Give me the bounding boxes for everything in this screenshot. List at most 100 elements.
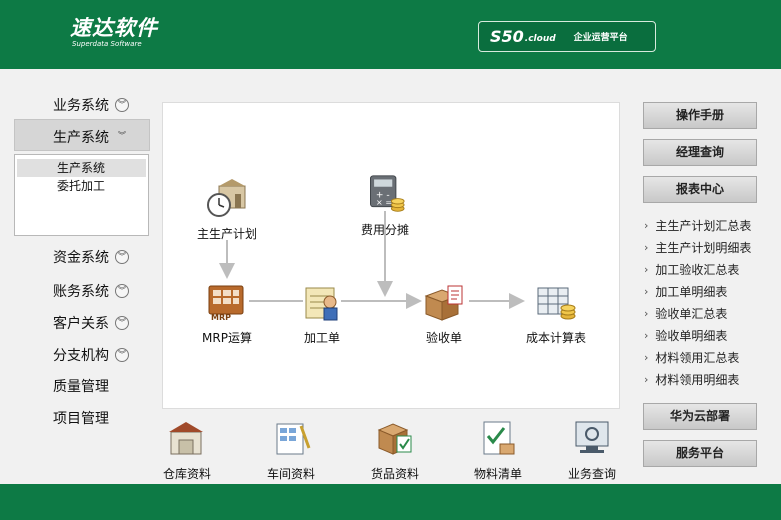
- node-label: 成本计算表: [525, 331, 586, 345]
- chevron-right-icon: ›: [644, 329, 649, 342]
- node-label: 验收单: [425, 331, 462, 345]
- bottom-bar: [0, 484, 781, 520]
- node-processing-order[interactable]: 加工单: [277, 282, 367, 346]
- sidebar-item-label: 分支机构: [53, 348, 109, 364]
- product-name: S50: [490, 27, 524, 46]
- svg-text:× =: × =: [376, 197, 392, 207]
- manager-query-button[interactable]: 经理查询: [643, 139, 757, 166]
- submenu-item-outsourcing[interactable]: 委托加工: [17, 177, 146, 195]
- sidebar-item-label: 客户关系: [53, 316, 109, 332]
- product-subtitle: 企业运营平台: [573, 33, 628, 43]
- shortcut-warehouse-data[interactable]: 仓库资料: [142, 418, 232, 482]
- node-label: 主生产计划: [196, 227, 257, 241]
- report-label: 主生产计划明细表: [655, 241, 752, 255]
- report-link[interactable]: › 材料领用明细表: [644, 371, 739, 388]
- box-checklist-icon: [424, 285, 463, 321]
- chevron-down-icon: ︾: [118, 131, 126, 140]
- sidebar-item-accounting[interactable]: 账务系统 ︾: [53, 281, 129, 301]
- node-mrp-calculation[interactable]: MRP MRP运算: [182, 282, 272, 346]
- chevron-right-icon: ›: [644, 351, 649, 364]
- sidebar-item-label: 账务系统: [53, 284, 109, 300]
- sidebar-item-label: 项目管理: [53, 411, 109, 427]
- worker-document-icon: [305, 287, 338, 321]
- report-link[interactable]: › 验收单汇总表: [644, 305, 727, 322]
- sidebar-item-business[interactable]: 业务系统 ︾: [53, 95, 129, 115]
- monitor-search-icon: [575, 421, 609, 453]
- report-label: 材料领用明细表: [655, 373, 740, 387]
- factory-clock-icon: [207, 179, 246, 217]
- report-link[interactable]: › 材料领用汇总表: [644, 349, 739, 366]
- shortcut-workshop-data[interactable]: 车间资料: [246, 418, 336, 482]
- svg-text:MRP: MRP: [211, 313, 231, 322]
- node-cost-allocation[interactable]: + - × = 费用分摊: [340, 174, 430, 238]
- superdata-logo: 速达软件 Superdata Software: [70, 16, 158, 49]
- chevron-right-icon: ›: [644, 373, 649, 386]
- shortcut-business-query[interactable]: 业务查询: [553, 418, 631, 482]
- report-label: 加工单明细表: [655, 285, 728, 299]
- sidebar-item-quality[interactable]: 质量管理: [53, 376, 109, 396]
- chevron-down-icon: ︾: [115, 250, 129, 264]
- chevron-down-icon: ︾: [115, 348, 129, 362]
- huawei-cloud-deploy-button[interactable]: 华为云部署: [643, 403, 757, 430]
- node-main-production-plan[interactable]: 主生产计划: [182, 178, 272, 242]
- logo-chinese-text: 速达软件: [70, 16, 158, 40]
- product-brand: S50 .cloud 企业运营平台: [478, 21, 656, 52]
- shortcut-goods-data[interactable]: 货品资料: [350, 418, 440, 482]
- sidebar-item-label: 资金系统: [53, 250, 109, 266]
- sidebar-item-production[interactable]: 生产系统 ︾: [14, 119, 150, 151]
- spreadsheet-coins-icon: [537, 287, 576, 320]
- sidebar-item-crm[interactable]: 客户关系 ︾: [53, 313, 129, 333]
- flow-arrows: [219, 211, 525, 309]
- sidebar-item-label: 生产系统: [53, 130, 109, 146]
- goods-box-icon: [377, 423, 412, 455]
- warehouse-icon: [169, 422, 203, 455]
- workshop-sheet-icon: [276, 423, 311, 455]
- chevron-down-icon: ︾: [115, 316, 129, 330]
- sidebar-item-production-inner[interactable]: 生产系统 ︾: [53, 127, 129, 147]
- logo-english-text: Superdata Software: [72, 40, 142, 48]
- checklist-icon: [483, 421, 515, 455]
- report-label: 加工验收汇总表: [655, 263, 740, 277]
- top-banner: 速达软件 Superdata Software S50 .cloud 企业运营平…: [0, 0, 781, 69]
- report-link[interactable]: › 加工验收汇总表: [644, 261, 739, 278]
- chevron-right-icon: ›: [644, 263, 649, 276]
- node-label: 加工单: [303, 331, 340, 345]
- node-label: MRP运算: [202, 331, 252, 345]
- production-submenu: 生产系统 委托加工: [14, 154, 149, 236]
- node-cost-calculation[interactable]: 成本计算表: [511, 282, 601, 346]
- chevron-down-icon: ︾: [115, 284, 129, 298]
- product-suffix: .cloud: [524, 34, 556, 44]
- node-acceptance-slip[interactable]: 验收单: [399, 282, 489, 346]
- submenu-item-production[interactable]: 生产系统: [17, 159, 146, 177]
- chevron-right-icon: ›: [644, 241, 649, 254]
- sidebar-item-label: 业务系统: [53, 98, 109, 114]
- shortcut-label: 货品资料: [370, 467, 419, 481]
- sidebar-item-projects[interactable]: 项目管理: [53, 408, 109, 428]
- shortcut-label: 仓库资料: [162, 467, 211, 481]
- shortcut-label: 业务查询: [567, 467, 616, 481]
- report-label: 验收单汇总表: [655, 307, 728, 321]
- report-link[interactable]: › 主生产计划汇总表: [644, 217, 751, 234]
- sidebar-item-branches[interactable]: 分支机构 ︾: [53, 345, 129, 365]
- mrp-grid-icon: MRP: [208, 285, 244, 322]
- shortcut-label: 物料清单: [473, 467, 522, 481]
- shortcut-bill-of-materials[interactable]: 物料清单: [453, 418, 543, 482]
- report-label: 验收单明细表: [655, 329, 728, 343]
- report-label: 材料领用汇总表: [655, 351, 740, 365]
- sidebar-item-label: 质量管理: [53, 379, 109, 395]
- calculator-coins-icon: + - × =: [370, 175, 405, 212]
- workflow-canvas: 主生产计划 + - × = 费用分摊 MRP MRP运算 加工单 验收单 成本计…: [162, 102, 620, 409]
- chevron-right-icon: ›: [644, 219, 649, 232]
- chevron-right-icon: ›: [644, 307, 649, 320]
- report-label: 主生产计划汇总表: [655, 219, 752, 233]
- operation-manual-button[interactable]: 操作手册: [643, 102, 757, 129]
- report-link[interactable]: › 加工单明细表: [644, 283, 727, 300]
- report-link[interactable]: › 主生产计划明细表: [644, 239, 751, 256]
- report-link[interactable]: › 验收单明细表: [644, 327, 727, 344]
- chevron-down-icon: ︾: [115, 98, 129, 112]
- sidebar-item-funds[interactable]: 资金系统 ︾: [53, 247, 129, 267]
- service-platform-button[interactable]: 服务平台: [643, 440, 757, 467]
- chevron-right-icon: ›: [644, 285, 649, 298]
- shortcut-label: 车间资料: [266, 467, 315, 481]
- report-center-button[interactable]: 报表中心: [643, 176, 757, 203]
